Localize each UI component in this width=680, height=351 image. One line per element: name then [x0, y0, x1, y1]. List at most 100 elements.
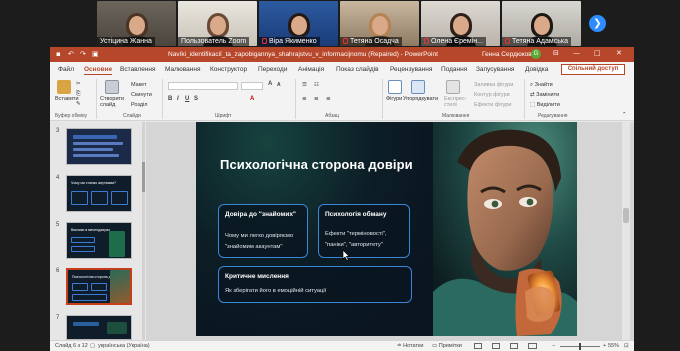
reset-button[interactable]: Скинути [131, 92, 152, 98]
font-color-button[interactable]: A [250, 96, 254, 102]
maximize-icon[interactable]: □ [594, 49, 601, 57]
tab-help[interactable]: Довідка [525, 66, 548, 73]
notes-button[interactable]: ≐ Нотатки [397, 343, 423, 349]
man-with-phone-image[interactable] [433, 122, 577, 336]
tab-slideshow[interactable]: Показ слайдів [336, 66, 379, 73]
tab-view[interactable]: Подання [441, 66, 467, 73]
shapes-icon[interactable] [388, 80, 402, 94]
user-avatar[interactable]: G [531, 49, 541, 59]
zoom-out-button[interactable]: − [552, 343, 555, 349]
group-label-editing: Редагування [538, 113, 568, 119]
underline-button[interactable]: U [185, 96, 189, 102]
format-painter-icon[interactable]: ✎ [76, 101, 81, 107]
ribbon-options-icon[interactable]: ⊟ [553, 49, 559, 57]
tab-home[interactable]: Основне [84, 66, 113, 75]
minimize-icon[interactable]: — [573, 49, 580, 57]
font-size-field[interactable] [241, 82, 263, 90]
align-center-icon[interactable]: ≡ [314, 96, 319, 102]
paste-icon[interactable] [57, 80, 71, 94]
slide-thumbnail-5[interactable]: Виклики в месенджерах [66, 222, 132, 259]
slideshow-view-icon[interactable] [528, 343, 537, 349]
increase-font-size-button[interactable]: A [268, 81, 272, 87]
section-button[interactable]: Розділ [131, 102, 147, 108]
quick-styles-icon[interactable] [446, 80, 460, 94]
decrease-font-size-button[interactable]: A [277, 82, 281, 88]
canvas-scrollbar[interactable] [622, 122, 630, 340]
slide-thumbnail-4[interactable]: Чому ми стаємо жертвами? [66, 175, 132, 212]
tab-insert[interactable]: Вставлення [120, 66, 156, 73]
paste-button[interactable]: Вставити [55, 96, 79, 102]
tab-animations[interactable]: Анімація [298, 66, 324, 73]
fit-slide-icon[interactable]: ⊡ [624, 343, 629, 349]
participant-tile-5[interactable]: Олена Єремін... [421, 1, 500, 46]
shapes-button[interactable]: Фігури [386, 96, 402, 102]
card-critical-thinking[interactable]: Критичне мислення Як зберігати його в ем… [218, 266, 412, 303]
participant-tile-4[interactable]: Тетяна Осадча [340, 1, 419, 46]
new-slide-icon[interactable] [105, 80, 119, 94]
undo-icon[interactable]: ↶ [68, 50, 74, 58]
replace-button[interactable]: ⇄ Замінити [530, 92, 559, 98]
reading-view-icon[interactable] [510, 343, 518, 349]
next-participants-button[interactable]: ❯ [589, 15, 606, 32]
bullets-icon[interactable]: ☰ [302, 82, 307, 88]
zoom-level[interactable]: 55% [608, 343, 619, 349]
participant-tile-3[interactable]: Віра Якименко [259, 1, 338, 46]
quick-styles-button[interactable]: Експрес-стилі [444, 96, 467, 108]
shadow-button[interactable]: S [194, 96, 198, 102]
status-bar: Слайд 6 з 12 ▢ українська (Україна) ≐ Но… [50, 340, 634, 351]
close-icon[interactable]: ✕ [616, 49, 622, 57]
bold-button[interactable]: B [168, 96, 172, 102]
shape-fill-button[interactable]: Заливка фігури [474, 82, 513, 88]
new-slide-button[interactable]: Створити слайд [100, 96, 126, 108]
thumbnail-number: 7 [56, 315, 60, 321]
canvas-scroll-thumb[interactable] [623, 208, 629, 223]
align-right-icon[interactable]: ≡ [326, 96, 331, 102]
accessibility-icon[interactable]: ▢ [90, 343, 95, 349]
copy-icon[interactable]: ⎘ [76, 91, 80, 98]
user-name[interactable]: Генна Сердюкова [482, 51, 535, 58]
card-deception-psychology[interactable]: Психологія обману Ефекти "терміновості",… [318, 204, 410, 258]
normal-view-icon[interactable] [474, 343, 482, 349]
thumbnails-scroll-thumb[interactable] [142, 162, 145, 192]
slide-sorter-icon[interactable] [492, 343, 500, 349]
select-button[interactable]: ⬚ Виділити [530, 102, 560, 108]
numbering-icon[interactable]: ☷ [314, 82, 319, 88]
card-trust-acquaintances[interactable]: Довіра до "знайомих" Чому ми легко довір… [218, 204, 308, 258]
shape-effects-button[interactable]: Ефекти фігури [474, 102, 511, 108]
tab-review[interactable]: Рецензування [390, 66, 432, 73]
slide-thumbnail-6[interactable]: Психологічна сторона довіри [66, 268, 132, 305]
shape-outline-button[interactable]: Контур фігури [474, 92, 510, 98]
slideshow-icon[interactable]: ▣ [92, 50, 99, 58]
thumbnails-scrollbar[interactable] [142, 122, 145, 340]
participant-tile-6[interactable]: Тетяна Адамська [502, 1, 581, 46]
find-button[interactable]: ⌕ Знайти [530, 82, 553, 89]
collapse-ribbon-icon[interactable]: ⌃ [622, 112, 627, 118]
participant-tile-1[interactable]: Устіцина Жанна [97, 1, 176, 46]
slide-thumbnail-3[interactable] [66, 128, 132, 165]
cut-icon[interactable]: ✂ [76, 81, 81, 87]
redo-icon[interactable]: ↷ [80, 50, 86, 58]
layout-button[interactable]: Макет [131, 82, 147, 88]
slide-thumbnail-7[interactable] [66, 315, 132, 340]
zoom-in-button[interactable]: + [603, 343, 606, 349]
tab-transitions[interactable]: Переходи [258, 66, 287, 73]
slide-title[interactable]: Психологічна сторона довіри [220, 157, 413, 172]
arrange-button[interactable]: Упорядкувати [403, 96, 438, 102]
slide-thumbnails-pane: 3 4 Чому ми стаємо жертвами? 5 Виклики в… [50, 122, 146, 340]
language-indicator[interactable]: українська (Україна) [98, 343, 150, 349]
share-button[interactable]: Спільний доступ [561, 64, 625, 75]
participant-tile-2[interactable]: Пользователь Zoom [178, 1, 257, 46]
tab-design[interactable]: Конструктор [210, 66, 247, 73]
comments-button[interactable]: ▭ Примітки [432, 343, 462, 349]
group-label-clipboard: Буфер обміну [55, 113, 88, 119]
current-slide[interactable]: Психологічна сторона довіри Довіра до "з… [196, 122, 577, 336]
font-name-field[interactable] [168, 82, 238, 90]
italic-button[interactable]: I [177, 96, 179, 102]
arrange-icon[interactable] [411, 80, 425, 94]
save-icon[interactable]: ▪ [56, 50, 61, 58]
tab-draw[interactable]: Малювання [165, 66, 200, 73]
tab-recording[interactable]: Запусування [476, 66, 514, 73]
tab-file[interactable]: Файл [58, 66, 74, 73]
zoom-slider-knob[interactable] [579, 343, 581, 350]
align-left-icon[interactable]: ≡ [302, 96, 307, 102]
